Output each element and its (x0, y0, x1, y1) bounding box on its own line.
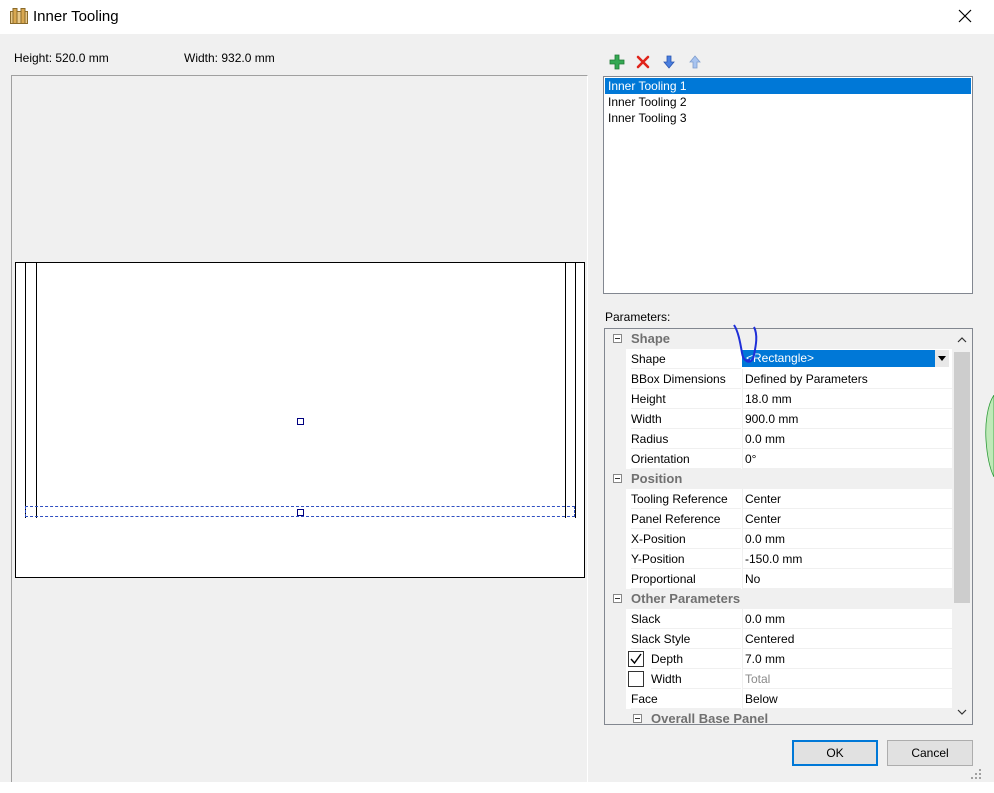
category-other-parameters[interactable]: Other Parameters (605, 589, 952, 609)
property-value[interactable]: 7.0 mm (742, 649, 952, 669)
pen-annotation-icon (733, 324, 758, 363)
app-icon (10, 8, 28, 24)
property-value[interactable]: 900.0 mm (742, 409, 952, 429)
property-row[interactable]: Slack Style Centered (605, 629, 952, 649)
property-name: Panel Reference (631, 509, 741, 529)
property-value[interactable]: 18.0 mm (742, 389, 952, 409)
property-row-width[interactable]: Width Total (605, 669, 952, 689)
list-item[interactable]: Inner Tooling 2 (605, 94, 971, 110)
property-row[interactable]: Shape <Rectangle> (605, 349, 952, 369)
tooling-center-handle[interactable] (297, 509, 304, 516)
depth-checkbox[interactable] (628, 651, 644, 667)
category-position[interactable]: Position (605, 469, 952, 489)
property-row[interactable]: Proportional No (605, 569, 952, 589)
scroll-up-icon[interactable] (956, 334, 968, 346)
property-name: Tooling Reference (631, 489, 741, 509)
property-value[interactable]: Center (742, 509, 952, 529)
property-row[interactable]: Radius 0.0 mm (605, 429, 952, 449)
property-name: Orientation (631, 449, 741, 469)
property-row[interactable]: Tooling Reference Center (605, 489, 952, 509)
scroll-thumb[interactable] (954, 352, 970, 603)
property-name: Proportional (631, 569, 741, 589)
window-title: Inner Tooling (33, 8, 119, 25)
property-name: Shape (631, 349, 741, 369)
vertical-scrollbar[interactable] (952, 329, 972, 724)
category-overall-base-panel[interactable]: Overall Base Panel (605, 709, 952, 724)
property-row[interactable]: Panel Reference Center (605, 509, 952, 529)
property-value[interactable]: 0.0 mm (742, 609, 952, 629)
arrow-down-icon (662, 55, 675, 69)
property-name: Depth (651, 649, 741, 669)
checkmark-icon (630, 653, 642, 665)
property-row[interactable]: Width 900.0 mm (605, 409, 952, 429)
move-up-button[interactable] (686, 53, 703, 70)
collapse-icon[interactable] (613, 334, 622, 343)
add-tooling-button[interactable] (608, 53, 625, 70)
property-row[interactable]: Orientation 0° (605, 449, 952, 469)
property-name: X-Position (631, 529, 741, 549)
property-value[interactable]: 0.0 mm (742, 529, 952, 549)
panel-edge-line (575, 262, 576, 518)
dropdown-arrow-icon[interactable] (935, 350, 949, 367)
property-name: Y-Position (631, 549, 741, 569)
property-value[interactable]: -150.0 mm (742, 549, 952, 569)
property-value[interactable]: Below (742, 689, 952, 709)
property-grid[interactable]: Shape Shape <Rectangle> BBox Dimensions D… (604, 328, 973, 725)
panel-height-label: Height: 520.0 mm (14, 51, 109, 65)
ok-button[interactable]: OK (792, 740, 878, 766)
resize-grip-icon[interactable] (970, 768, 982, 780)
delete-tooling-button[interactable] (634, 53, 651, 70)
property-value[interactable]: No (742, 569, 952, 589)
width-checkbox[interactable] (628, 671, 644, 687)
title-bar: Inner Tooling (0, 0, 994, 34)
property-row[interactable]: Y-Position -150.0 mm (605, 549, 952, 569)
x-icon (636, 55, 649, 68)
plus-icon (609, 54, 624, 69)
panel-edge-line (565, 262, 566, 518)
property-value[interactable]: Centered (742, 629, 952, 649)
property-name: Width (631, 409, 741, 429)
panel-width-label: Width: 932.0 mm (184, 51, 275, 65)
property-name: Radius (631, 429, 741, 449)
property-name: Slack Style (631, 629, 741, 649)
property-row[interactable]: BBox Dimensions Defined by Parameters (605, 369, 952, 389)
property-name: BBox Dimensions (631, 369, 741, 389)
property-name: Slack (631, 609, 741, 629)
property-row[interactable]: Slack 0.0 mm (605, 609, 952, 629)
collapse-icon[interactable] (613, 474, 622, 483)
background-window-fragment (985, 395, 994, 477)
list-item[interactable]: Inner Tooling 3 (605, 110, 971, 126)
collapse-icon[interactable] (613, 594, 622, 603)
category-shape[interactable]: Shape (605, 329, 952, 349)
property-row[interactable]: X-Position 0.0 mm (605, 529, 952, 549)
close-button[interactable] (946, 0, 984, 32)
scroll-down-icon[interactable] (956, 706, 968, 718)
move-down-button[interactable] (660, 53, 677, 70)
property-value[interactable]: 0° (742, 449, 952, 469)
panel-edge-line (25, 262, 26, 518)
property-value[interactable]: Defined by Parameters (742, 369, 952, 389)
center-handle[interactable] (297, 418, 304, 425)
shape-dropdown[interactable]: <Rectangle> (742, 350, 949, 367)
list-item[interactable]: Inner Tooling 1 (605, 78, 971, 94)
property-row[interactable]: Face Below (605, 689, 952, 709)
inner-tooling-dialog: Inner Tooling Height: 520.0 mm Width: 93… (0, 0, 994, 782)
property-value[interactable]: Center (742, 489, 952, 509)
tooling-list[interactable]: Inner Tooling 1 Inner Tooling 2 Inner To… (603, 76, 973, 294)
cancel-button[interactable]: Cancel (887, 740, 973, 766)
property-name: Face (631, 689, 741, 709)
property-value: Total (742, 669, 952, 689)
property-row[interactable]: Height 18.0 mm (605, 389, 952, 409)
close-icon (958, 9, 972, 23)
property-value[interactable]: 0.0 mm (742, 429, 952, 449)
arrow-up-icon (688, 54, 701, 68)
collapse-icon[interactable] (633, 714, 642, 723)
property-name: Height (631, 389, 741, 409)
parameters-label: Parameters: (605, 310, 671, 324)
property-row-depth[interactable]: Depth 7.0 mm (605, 649, 952, 669)
panel-edge-line (36, 262, 37, 518)
property-name: Width (651, 669, 741, 689)
